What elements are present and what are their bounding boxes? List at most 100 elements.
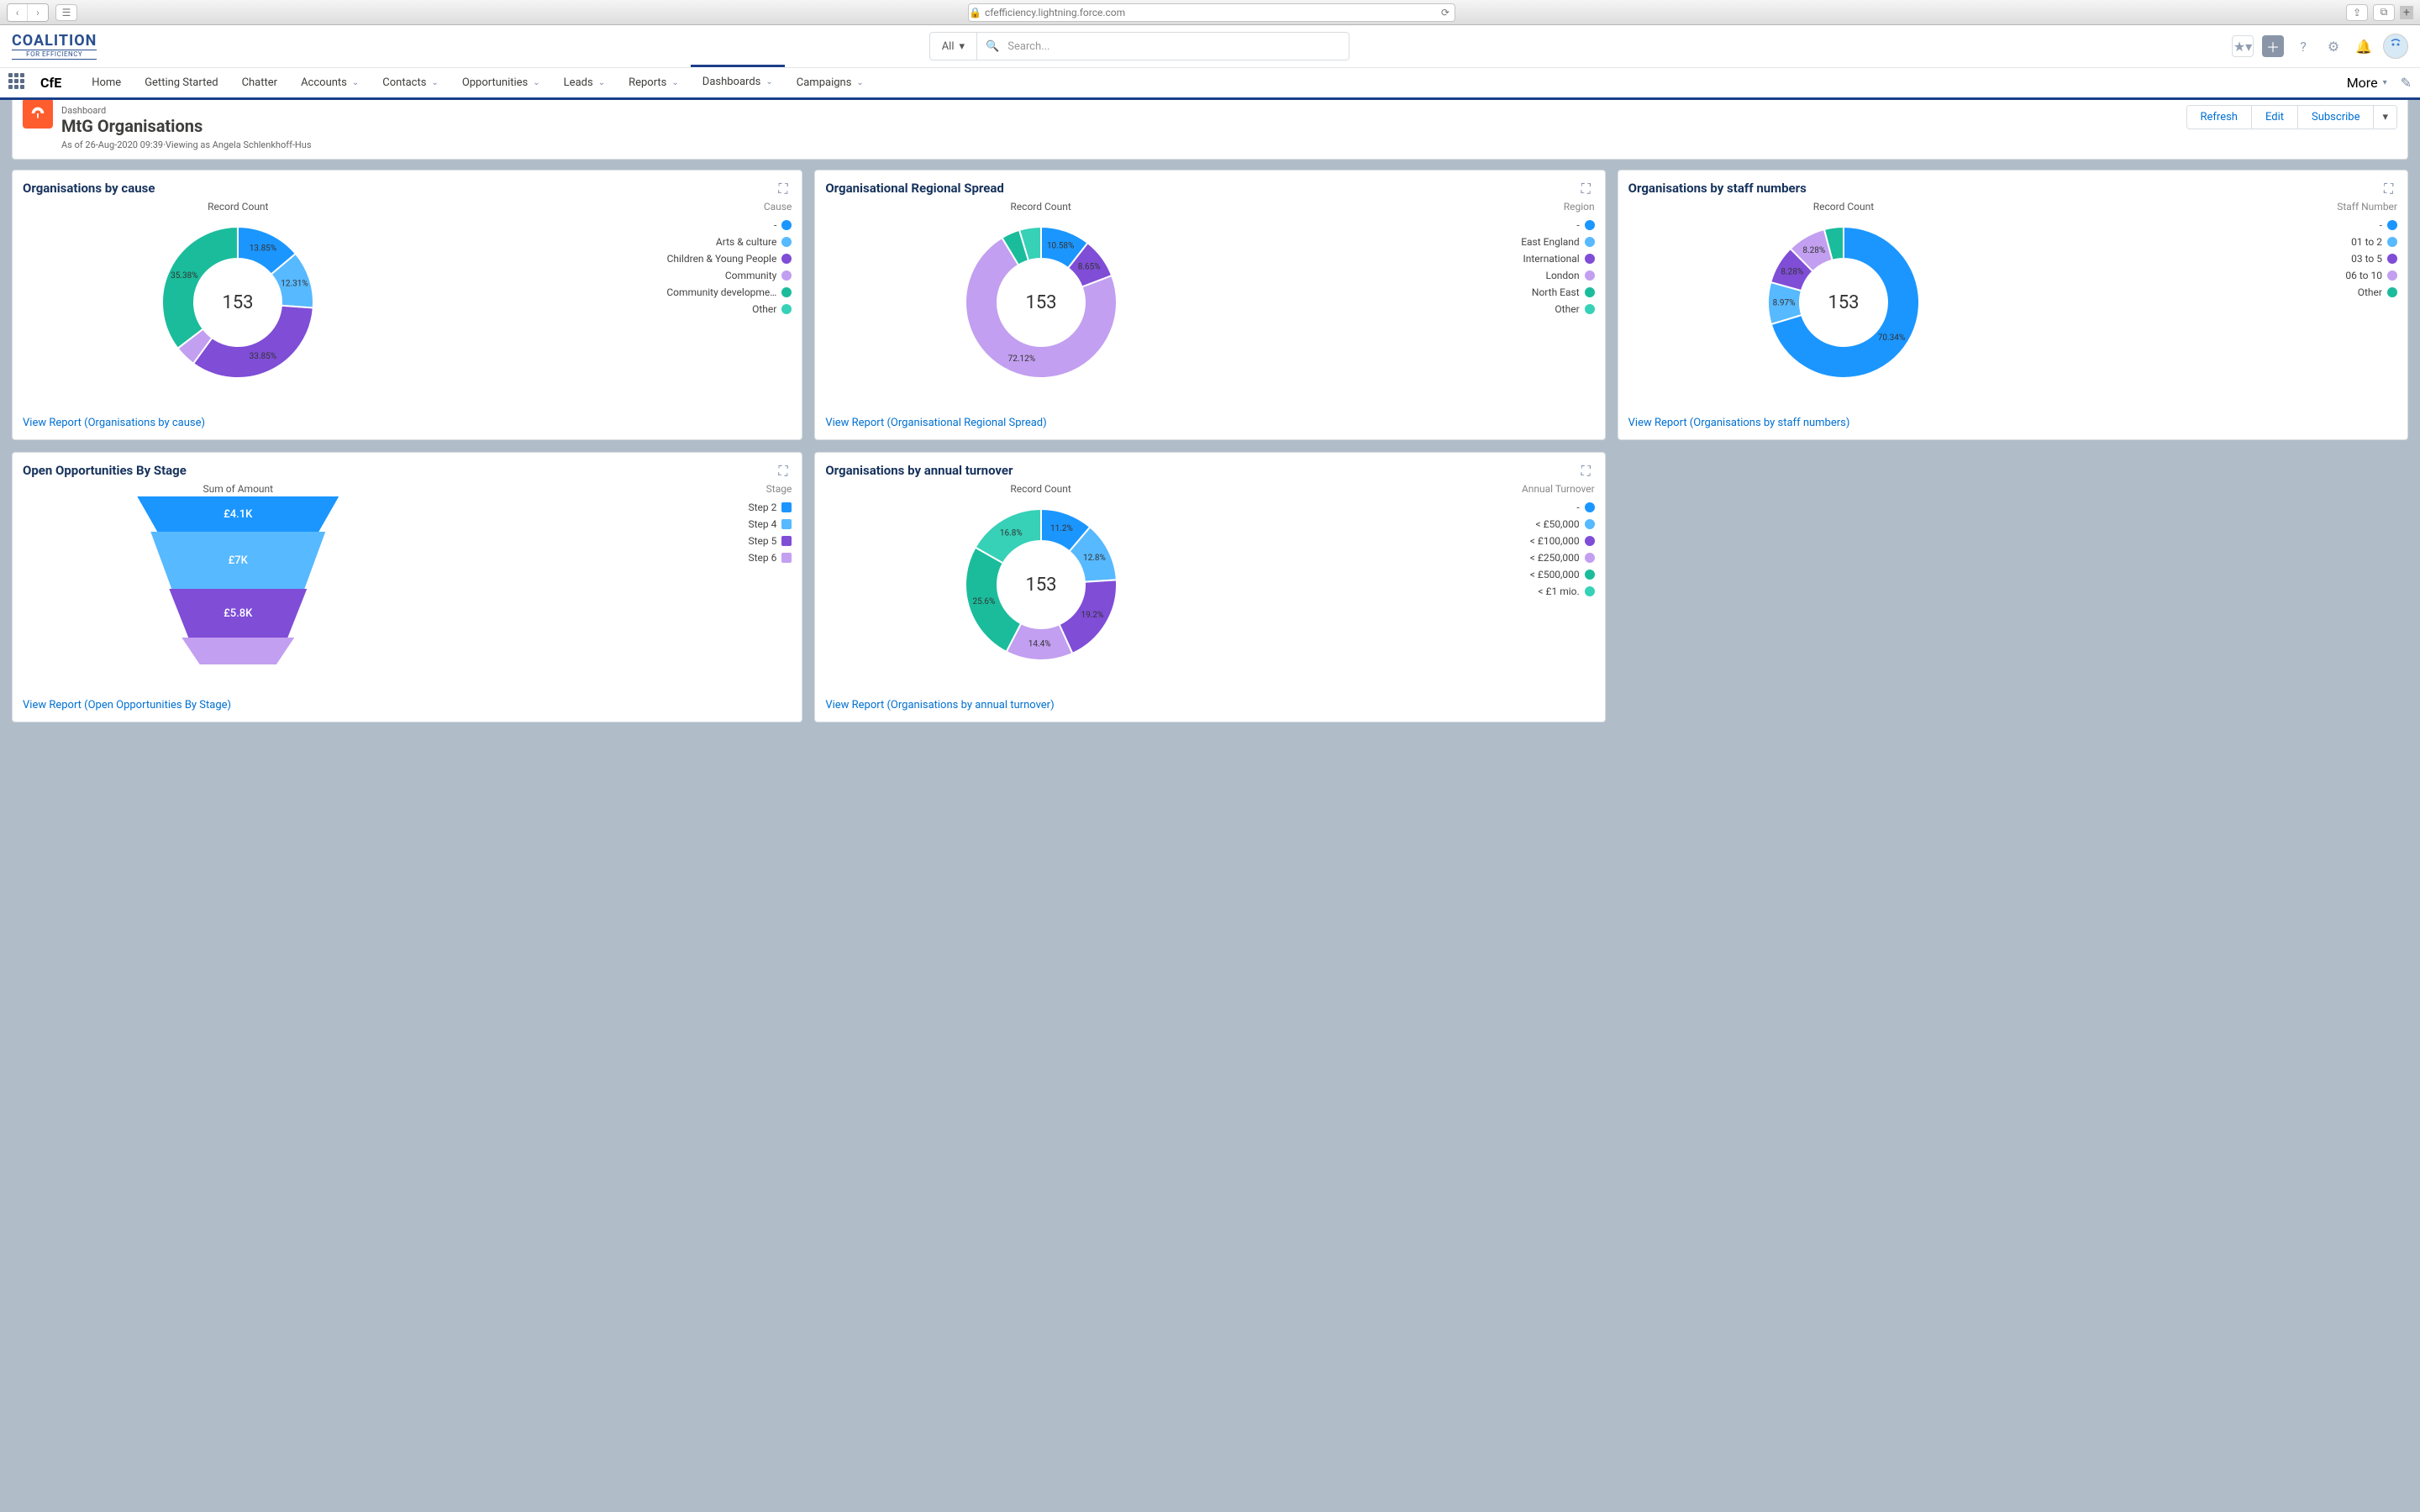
tabs-icon[interactable]: ⧉ (2373, 4, 2395, 21)
legend-label: Community developme… (666, 286, 776, 298)
legend-item: 01 to 2 (2351, 236, 2397, 248)
dashboard-grid: ⛶Organisations by causeRecord Count13.85… (12, 170, 2408, 734)
favorites-icon[interactable]: ★▾ (2232, 35, 2254, 57)
view-report-link[interactable]: View Report (Organisational Regional Spr… (825, 417, 1594, 429)
svg-text:153: 153 (1828, 292, 1859, 313)
browser-sidebar-button[interactable]: ☰ (55, 4, 77, 21)
user-avatar[interactable] (2383, 34, 2408, 59)
page-body: Dashboard MtG Organisations As of 26-Aug… (0, 100, 2420, 1512)
legend-label: Step 2 (748, 501, 776, 513)
card-title: Organisational Regional Spread (825, 181, 1594, 196)
setup-gear-icon[interactable]: ⚙ (2323, 35, 2344, 57)
legend-swatch (1585, 536, 1595, 546)
chart-legend: Annual Turnover-< £50,000< £100,000< £25… (1265, 483, 1595, 692)
expand-icon[interactable]: ⛶ (1581, 463, 1595, 476)
nav-item-label: Chatter (242, 76, 278, 89)
global-add-icon[interactable]: ＋ (2262, 35, 2284, 57)
nav-item-opportunities[interactable]: Opportunities⌄ (450, 67, 552, 99)
legend-swatch (781, 254, 792, 264)
share-icon[interactable]: ⇪ (2346, 4, 2368, 21)
refresh-icon[interactable]: ⟳ (1441, 7, 1449, 18)
refresh-button[interactable]: Refresh (2187, 106, 2252, 129)
metric-label: Record Count (1010, 483, 1071, 495)
search-scope-dropdown[interactable]: All ▾ (930, 33, 977, 60)
legend-label: Step 4 (748, 518, 776, 530)
nav-item-leads[interactable]: Leads⌄ (552, 67, 617, 99)
legend-item: North East (1532, 286, 1595, 298)
legend-label: 06 to 10 (2345, 270, 2382, 281)
legend-title: Annual Turnover (1522, 483, 1595, 495)
search-input[interactable]: 🔍 Search... (977, 40, 1349, 53)
legend-item: Step 6 (748, 552, 792, 564)
metric-label: Record Count (1813, 201, 1874, 213)
nav-item-chatter[interactable]: Chatter (230, 67, 290, 99)
legend-label: < £1 mio. (1538, 585, 1579, 597)
legend-swatch (1585, 237, 1595, 247)
legend-label: < £500,000 (1530, 569, 1580, 580)
edit-button[interactable]: Edit (2252, 106, 2298, 129)
browser-address-bar[interactable]: 🔒 cfefficiency.lightning.force.com ⟳ (968, 3, 1455, 22)
expand-icon[interactable]: ⛶ (778, 181, 792, 194)
view-report-link[interactable]: View Report (Open Opportunities By Stage… (23, 699, 792, 711)
chart-legend: Cause-Arts & cultureChildren & Young Peo… (462, 201, 792, 410)
logo-sub: FOR EFFICIENCY (12, 50, 97, 60)
global-search[interactable]: All ▾ 🔍 Search... (929, 32, 1349, 60)
browser-forward-button[interactable]: › (28, 4, 48, 21)
browser-back-button[interactable]: ‹ (8, 4, 28, 21)
chevron-down-icon: ▾ (960, 40, 965, 53)
logo-main: COALITION (12, 34, 97, 49)
legend-swatch (781, 502, 792, 512)
legend-label: Other (1555, 303, 1579, 315)
search-placeholder: Search... (1007, 40, 1050, 53)
view-report-link[interactable]: View Report (Organisations by staff numb… (1628, 417, 2397, 429)
legend-title: Cause (764, 201, 792, 213)
legend-title: Staff Number (2337, 201, 2397, 213)
legend-swatch (781, 519, 792, 529)
legend-label: - (1576, 219, 1579, 231)
nav-item-reports[interactable]: Reports⌄ (617, 67, 691, 99)
app-launcher-icon[interactable] (8, 73, 29, 93)
donut-chart: 70.34%8.97%8.28%8.28%153 (1755, 214, 1932, 391)
nav-item-label: Campaigns (797, 76, 852, 89)
nav-item-accounts[interactable]: Accounts⌄ (289, 67, 371, 99)
nav-item-campaigns[interactable]: Campaigns⌄ (785, 67, 876, 99)
more-actions-button[interactable]: ▾ (2374, 106, 2396, 129)
legend-swatch (1585, 254, 1595, 264)
card-title: Organisations by staff numbers (1628, 181, 2397, 196)
legend-swatch (1585, 270, 1595, 281)
legend-item: < £50,000 (1536, 518, 1595, 530)
legend-label: East England (1521, 236, 1579, 248)
legend-item: Community developme… (666, 286, 792, 298)
view-report-link[interactable]: View Report (Organisations by annual tur… (825, 699, 1594, 711)
legend-label: International (1523, 253, 1579, 265)
svg-text:153: 153 (1025, 575, 1056, 596)
expand-icon[interactable]: ⛶ (778, 463, 792, 476)
chevron-down-icon: ⌄ (431, 78, 438, 87)
expand-icon[interactable]: ⛶ (2384, 181, 2397, 194)
browser-nav-buttons: ‹ › (7, 3, 49, 22)
expand-icon[interactable]: ⛶ (1581, 181, 1595, 194)
legend-item: International (1523, 253, 1594, 265)
help-icon[interactable]: ? (2292, 35, 2314, 57)
legend-swatch (1585, 570, 1595, 580)
nav-item-home[interactable]: Home (80, 67, 133, 99)
card-staff-numbers: ⛶Organisations by staff numbers Record Co… (1618, 170, 2408, 440)
chevron-down-icon: ▾ (2383, 78, 2387, 87)
browser-chrome: ‹ › ☰ 🔒 cfefficiency.lightning.force.com… (0, 0, 2420, 25)
new-tab-button[interactable]: + (2400, 6, 2413, 19)
legend-label: < £50,000 (1536, 518, 1580, 530)
view-report-link[interactable]: View Report (Organisations by cause) (23, 417, 792, 429)
legend-swatch (2387, 287, 2397, 297)
org-logo: COALITION FOR EFFICIENCY (12, 34, 97, 60)
notifications-icon[interactable]: 🔔 (2353, 35, 2375, 57)
nav-item-label: Home (92, 76, 121, 89)
subscribe-button[interactable]: Subscribe (2298, 106, 2374, 129)
legend-label: - (774, 219, 776, 231)
nav-item-dashboards[interactable]: Dashboards⌄ (691, 65, 785, 97)
nav-more[interactable]: More ▾ (2347, 75, 2387, 91)
legend-item: Other (2358, 286, 2397, 298)
nav-item-contacts[interactable]: Contacts⌄ (371, 67, 450, 99)
nav-item-getting-started[interactable]: Getting Started (133, 67, 229, 99)
funnel-chart: £4.1K£7K£5.8K (137, 496, 339, 692)
edit-nav-icon[interactable]: ✎ (2401, 75, 2412, 91)
